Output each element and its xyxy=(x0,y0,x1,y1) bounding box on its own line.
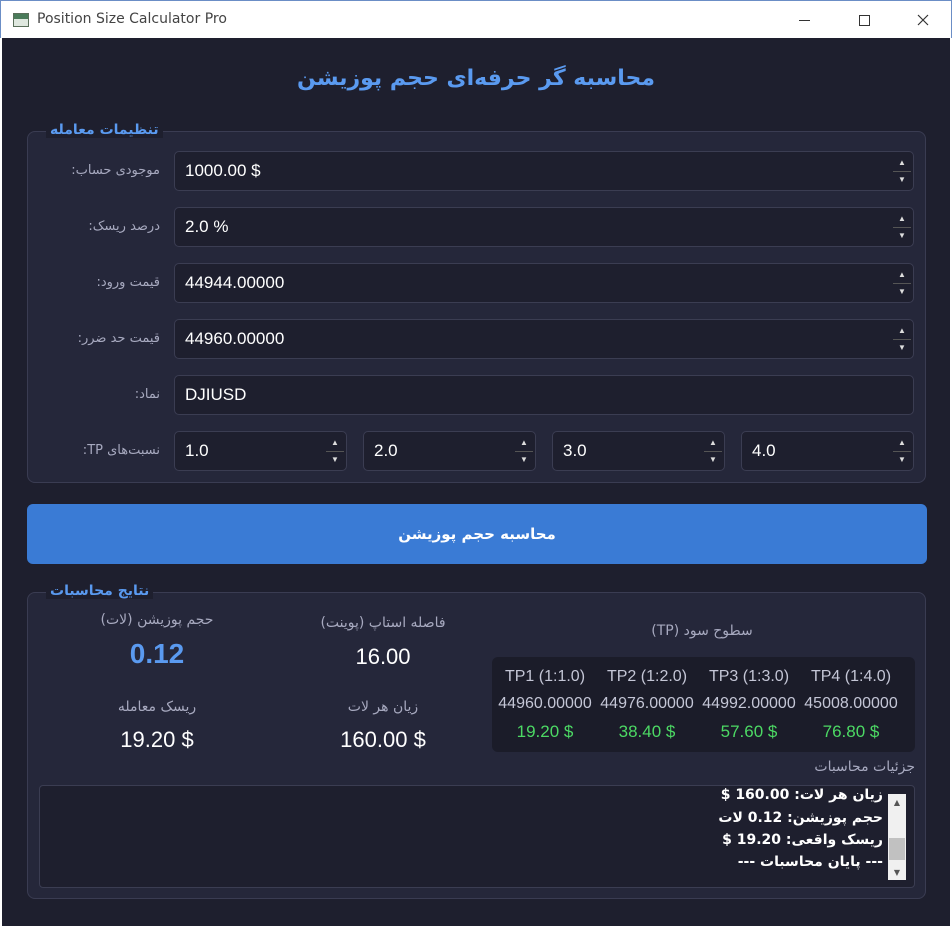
tp-level-label: TP1 (1:1.0) xyxy=(504,668,586,685)
balance-value: 1000.00 $ xyxy=(185,161,261,180)
tp-level-profit: 57.60 $ xyxy=(720,722,778,741)
tp-level-price: 44992.00000 xyxy=(702,695,796,712)
spin-down-icon[interactable]: ▼ xyxy=(893,170,911,189)
stop-loss-input[interactable]: 44960.00000 ▲ ▼ xyxy=(174,319,914,359)
entry-price-input[interactable]: 44944.00000 ▲ ▼ xyxy=(174,263,914,303)
tp-level-label: TP2 (1:2.0) xyxy=(606,668,688,685)
spin-down-icon[interactable]: ▼ xyxy=(893,282,911,301)
tp2-ratio-input[interactable]: 2.0 ▲ ▼ xyxy=(363,431,536,471)
tp-levels-title: سطوح سود (TP) xyxy=(651,623,753,639)
tp-level-label: TP3 (1:3.0) xyxy=(708,668,790,685)
spin-up-icon[interactable]: ▲ xyxy=(515,434,533,451)
tp-level-price: 45008.00000 xyxy=(804,695,898,712)
balance-spinner[interactable]: ▲ ▼ xyxy=(893,154,911,188)
details-line: حجم پوزیشن: 0.12 لات xyxy=(718,810,883,826)
position-size-label: حجم پوزیشن (لات) xyxy=(100,612,214,628)
spin-up-icon[interactable]: ▲ xyxy=(893,154,911,171)
loss-per-lot-label: زیان هر لات xyxy=(347,699,419,715)
tp1-ratio-spinner[interactable]: ▲ ▼ xyxy=(326,434,344,468)
tp4-ratio-spinner[interactable]: ▲ ▼ xyxy=(893,434,911,468)
close-button[interactable] xyxy=(894,1,952,39)
stop-loss-value: 44960.00000 xyxy=(185,329,285,348)
calculate-button[interactable]: محاسبه حجم پوزیشن xyxy=(27,504,927,564)
page-title: محاسبه گر حرفه‌ای حجم پوزیشن xyxy=(297,66,655,91)
title-bar: Position Size Calculator Pro xyxy=(0,0,952,38)
entry-price-label: قیمت ورود: xyxy=(96,275,160,290)
details-textarea[interactable]: زیان هر لات: 160.00 $ حجم پوزیشن: 0.12 ل… xyxy=(39,785,915,888)
trade-risk-label: ریسک معامله xyxy=(117,699,197,715)
results-title: نتایج محاسبات xyxy=(46,583,154,599)
symbol-label: نماد: xyxy=(134,387,160,402)
symbol-value: DJIUSD xyxy=(185,385,247,404)
tp-level-price: 44960.00000 xyxy=(498,695,592,712)
scroll-thumb[interactable] xyxy=(889,838,905,860)
details-scrollbar[interactable]: ▲ ▼ xyxy=(888,794,906,880)
scroll-up-icon[interactable]: ▲ xyxy=(888,794,906,810)
spin-up-icon[interactable]: ▲ xyxy=(326,434,344,451)
tp1-ratio-input[interactable]: 1.0 ▲ ▼ xyxy=(174,431,347,471)
details-line: --- پایان محاسبات --- xyxy=(737,854,883,870)
spin-down-icon[interactable]: ▼ xyxy=(326,450,344,469)
spin-up-icon[interactable]: ▲ xyxy=(893,266,911,283)
spin-down-icon[interactable]: ▼ xyxy=(893,450,911,469)
trade-risk-value: 19.20 $ xyxy=(120,727,194,752)
tp-level-price: 44976.00000 xyxy=(600,695,694,712)
stop-loss-spinner[interactable]: ▲ ▼ xyxy=(893,322,911,356)
minimize-button[interactable] xyxy=(775,1,833,39)
details-line: زیان هر لات: 160.00 $ xyxy=(720,787,883,803)
balance-label: موجودی حساب: xyxy=(71,163,160,178)
tp-ratios-label: نسبت‌های TP: xyxy=(82,443,160,458)
spin-down-icon[interactable]: ▼ xyxy=(704,450,722,469)
stop-loss-label: قیمت حد ضرر: xyxy=(77,331,160,346)
minimize-icon xyxy=(798,19,810,21)
stop-distance-label: فاصله استاپ (پوینت) xyxy=(320,615,446,631)
tp-levels-panel: TP1 (1:1.0) 44960.00000 19.20 $ TP2 (1:2… xyxy=(492,657,915,752)
tp3-ratio-input[interactable]: 3.0 ▲ ▼ xyxy=(552,431,725,471)
tp2-ratio-value: 2.0 xyxy=(374,441,398,460)
risk-percent-input[interactable]: 2.0 % ▲ ▼ xyxy=(174,207,914,247)
tp-level-profit: 76.80 $ xyxy=(822,722,880,741)
stop-distance-value: 16.00 xyxy=(355,644,411,669)
entry-price-spinner[interactable]: ▲ ▼ xyxy=(893,266,911,300)
maximize-icon xyxy=(858,14,870,26)
app-client-area: محاسبه گر حرفه‌ای حجم پوزیشن تنظیمات معا… xyxy=(2,38,950,926)
risk-percent-label: درصد ریسک: xyxy=(88,219,160,234)
maximize-button[interactable] xyxy=(835,1,893,39)
tp4-ratio-input[interactable]: 4.0 ▲ ▼ xyxy=(741,431,914,471)
spin-up-icon[interactable]: ▲ xyxy=(893,210,911,227)
window-title: Position Size Calculator Pro xyxy=(37,11,227,27)
scroll-down-icon[interactable]: ▼ xyxy=(888,864,906,880)
balance-input[interactable]: 1000.00 $ ▲ ▼ xyxy=(174,151,914,191)
spin-up-icon[interactable]: ▲ xyxy=(893,434,911,451)
details-line: ریسک واقعی: 19.20 $ xyxy=(722,832,883,848)
close-icon xyxy=(917,14,929,26)
details-label: جزئیات محاسبات xyxy=(814,759,915,775)
spin-down-icon[interactable]: ▼ xyxy=(515,450,533,469)
risk-percent-spinner[interactable]: ▲ ▼ xyxy=(893,210,911,244)
spin-up-icon[interactable]: ▲ xyxy=(704,434,722,451)
spin-up-icon[interactable]: ▲ xyxy=(893,322,911,339)
tp2-ratio-spinner[interactable]: ▲ ▼ xyxy=(515,434,533,468)
risk-percent-value: 2.0 % xyxy=(185,217,229,236)
trade-settings-title: تنظیمات معامله xyxy=(46,122,163,138)
tp4-ratio-value: 4.0 xyxy=(752,441,776,460)
tp1-ratio-value: 1.0 xyxy=(185,441,209,460)
tp3-ratio-spinner[interactable]: ▲ ▼ xyxy=(704,434,722,468)
entry-price-value: 44944.00000 xyxy=(185,273,285,292)
loss-per-lot-value: 160.00 $ xyxy=(340,727,426,752)
spin-down-icon[interactable]: ▼ xyxy=(893,226,911,245)
position-size-value: 0.12 xyxy=(129,638,185,669)
spin-down-icon[interactable]: ▼ xyxy=(893,338,911,357)
symbol-input[interactable]: DJIUSD xyxy=(174,375,914,415)
tp3-ratio-value: 3.0 xyxy=(563,441,587,460)
app-icon xyxy=(13,13,29,27)
tp-level-profit: 19.20 $ xyxy=(516,722,574,741)
tp-level-profit: 38.40 $ xyxy=(618,722,676,741)
tp-level-label: TP4 (1:4.0) xyxy=(810,668,892,685)
